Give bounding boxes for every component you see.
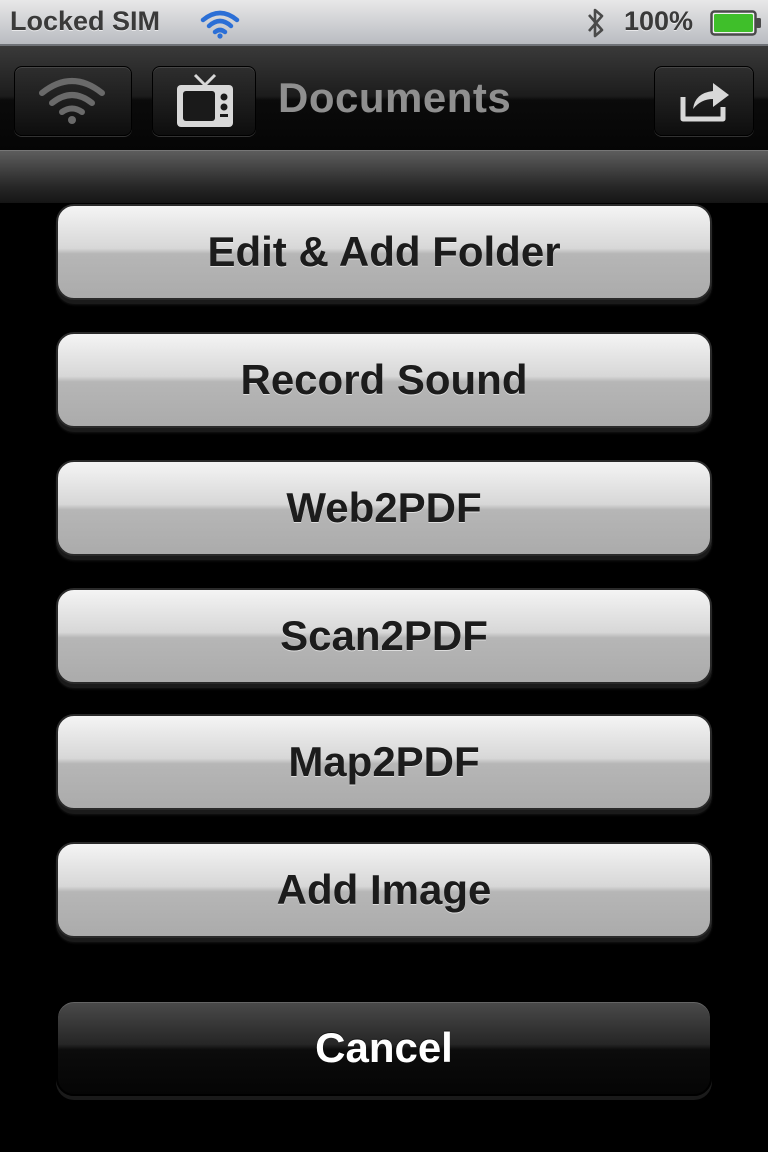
web2pdf-button[interactable]: Web2PDF (56, 460, 712, 556)
battery-icon (710, 10, 761, 36)
navigation-bar: Documents (0, 46, 768, 150)
battery-percent: 100% (624, 6, 694, 36)
page-title: Documents (278, 74, 512, 121)
cancel-button[interactable]: Cancel (56, 1000, 712, 1096)
share-button[interactable] (654, 66, 754, 136)
map2pdf-button[interactable]: Map2PDF (56, 714, 712, 810)
wifi-icon (39, 78, 105, 124)
wifi-icon (200, 10, 240, 39)
edit-add-folder-button[interactable]: Edit & Add Folder (56, 204, 712, 300)
screen: Locked SIM 100% Documents Edit & Add Fol… (0, 0, 768, 1152)
tv-out-button[interactable] (152, 66, 256, 136)
toolbar-strip (0, 150, 768, 203)
scan2pdf-button[interactable]: Scan2PDF (56, 588, 712, 684)
tv-icon (177, 73, 233, 127)
add-image-button[interactable]: Add Image (56, 842, 712, 938)
status-bar: Locked SIM 100% (0, 0, 768, 46)
bluetooth-icon (588, 8, 604, 38)
carrier-label: Locked SIM (10, 6, 161, 36)
share-icon (680, 83, 729, 122)
record-sound-button[interactable]: Record Sound (56, 332, 712, 428)
wifi-transfer-button[interactable] (14, 66, 132, 136)
